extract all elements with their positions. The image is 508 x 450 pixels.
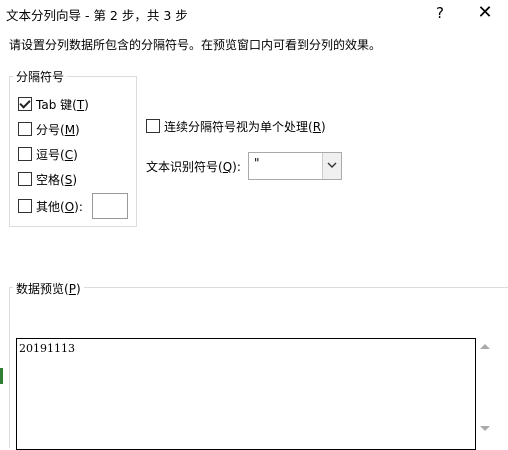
tab-checkbox-label[interactable]: Tab 键(T) (36, 96, 89, 113)
semicolon-checkbox-label[interactable]: 分号(M) (36, 121, 80, 138)
comma-checkbox-label[interactable]: 逗号(C) (36, 146, 78, 163)
preview-scrollbar[interactable] (476, 338, 494, 440)
background-window-edge (0, 368, 3, 384)
title-bar: 文本分列向导 - 第 2 步，共 3 步 ? ✕ (0, 0, 508, 28)
preview-row: 20191113 (19, 342, 75, 355)
space-checkbox[interactable] (18, 172, 32, 186)
space-checkbox-label[interactable]: 空格(S) (36, 171, 77, 188)
text-qualifier-value: " (254, 156, 260, 170)
tab-checkbox[interactable] (18, 97, 32, 111)
semicolon-checkbox[interactable] (18, 122, 32, 136)
text-qualifier-label: 文本识别符号(Q): (146, 160, 241, 174)
instruction-text: 请设置分列数据所包含的分隔符号。在预览窗口内可看到分列的效果。 (9, 38, 382, 52)
help-button[interactable]: ? (427, 2, 453, 24)
close-button[interactable]: ✕ (472, 2, 498, 24)
consecutive-delimiters-label[interactable]: 连续分隔符号视为单个处理(R) (164, 118, 326, 135)
scroll-up-icon[interactable] (480, 344, 490, 349)
other-delimiter-input[interactable] (92, 193, 128, 219)
consecutive-delimiters-checkbox[interactable] (146, 119, 160, 133)
comma-checkbox[interactable] (18, 147, 32, 161)
text-qualifier-select[interactable]: " (248, 152, 342, 180)
scroll-down-icon[interactable] (480, 426, 490, 431)
delimiters-group-label: 分隔符号 (13, 68, 68, 85)
other-checkbox[interactable] (18, 199, 32, 213)
chevron-down-icon (327, 162, 337, 168)
data-preview-label: 数据预览(P) (13, 280, 84, 297)
window-title: 文本分列向导 - 第 2 步，共 3 步 (6, 8, 188, 23)
data-preview-pane[interactable]: 20191113 (16, 338, 476, 450)
other-checkbox-label[interactable]: 其他(O): (36, 198, 83, 215)
text-qualifier-dropdown-button[interactable] (322, 153, 341, 179)
